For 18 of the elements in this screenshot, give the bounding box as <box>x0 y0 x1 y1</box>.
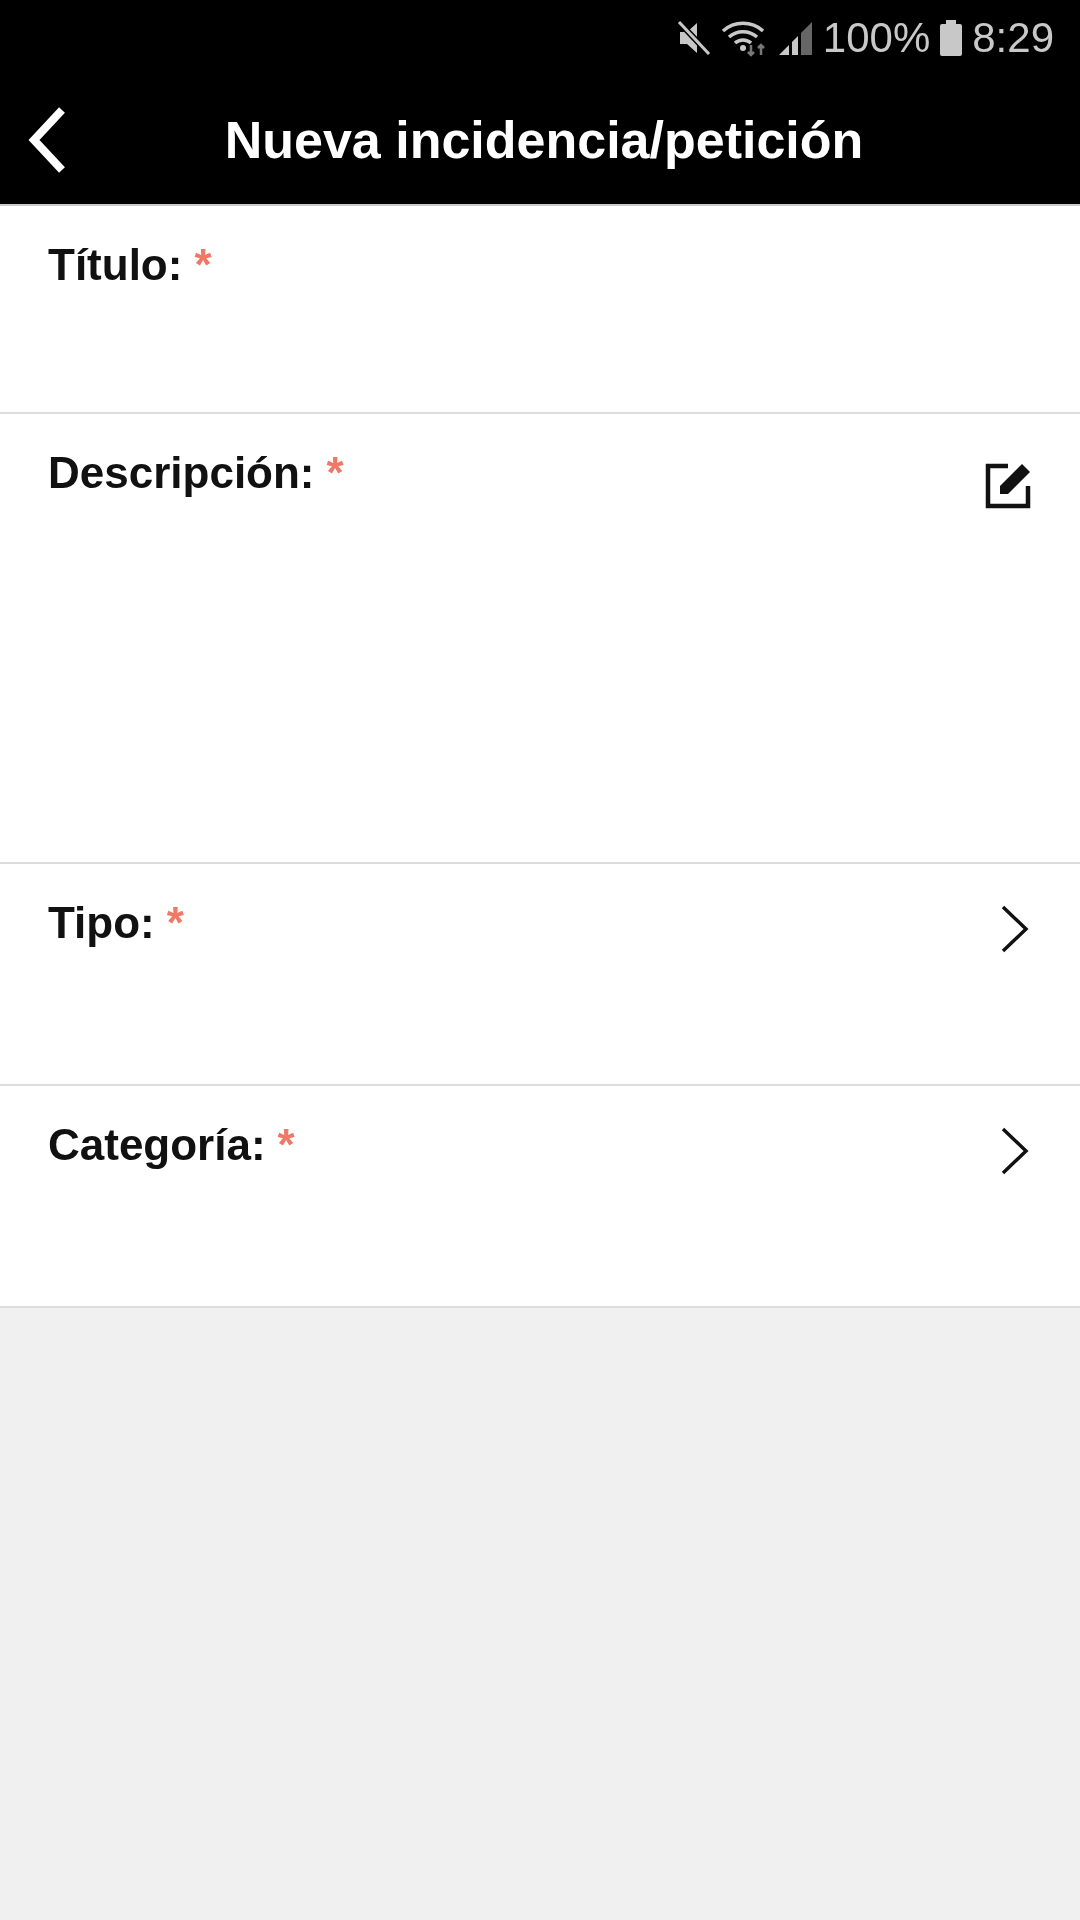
edit-icon[interactable] <box>984 462 1032 510</box>
back-icon <box>28 106 68 174</box>
required-mark: * <box>166 898 184 948</box>
required-mark: * <box>326 448 344 498</box>
required-mark: * <box>277 1120 295 1170</box>
chevron-right-icon <box>1000 904 1030 954</box>
battery-icon <box>940 20 963 56</box>
mute-icon <box>676 19 711 57</box>
field-label: Descripción: <box>48 448 315 498</box>
field-label: Título: <box>48 240 183 290</box>
wifi-icon <box>720 19 767 57</box>
required-mark: * <box>194 240 212 290</box>
screen-title: Nueva incidencia/petición <box>223 110 865 170</box>
chevron-right-icon <box>1000 1126 1030 1176</box>
field-label: Tipo: <box>48 898 155 948</box>
battery-percentage: 100% <box>822 14 931 62</box>
clock: 8:29 <box>972 14 1054 62</box>
field-label: Categoría: <box>48 1120 266 1170</box>
